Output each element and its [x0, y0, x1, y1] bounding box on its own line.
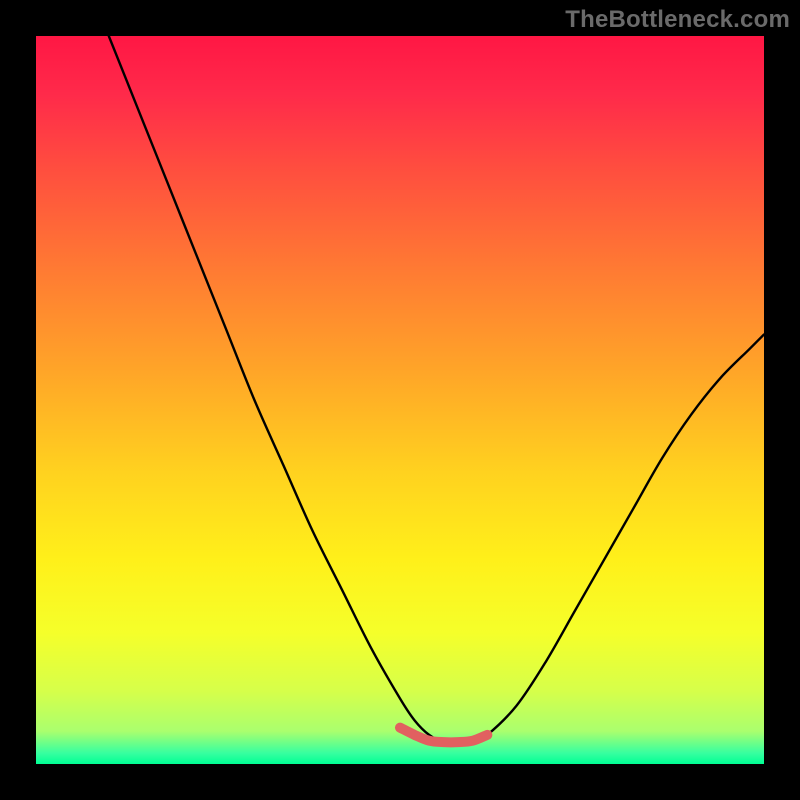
- plot-area: [36, 36, 764, 764]
- chart-stage: TheBottleneck.com: [0, 0, 800, 800]
- gradient-background: [36, 36, 764, 764]
- watermark-text: TheBottleneck.com: [565, 6, 790, 34]
